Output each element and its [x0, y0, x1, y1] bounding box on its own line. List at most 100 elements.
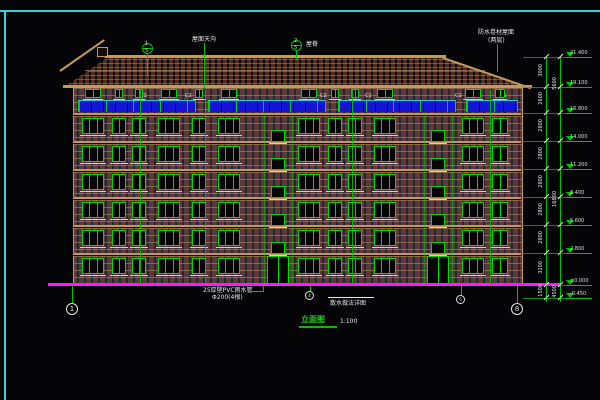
- window-sill: [110, 163, 128, 164]
- window-mullion: [355, 119, 356, 133]
- window-sill: [375, 99, 395, 100]
- window: [82, 118, 104, 134]
- window-mullion: [119, 90, 120, 97]
- window-mullion: [199, 259, 200, 273]
- window-mullion: [225, 203, 226, 217]
- canopy-window-band: [466, 100, 518, 112]
- window: [348, 174, 362, 190]
- dimension-value: 2800: [539, 119, 544, 132]
- elevation-marker-line: [566, 253, 592, 254]
- attic-window: [331, 89, 339, 98]
- canopy-window-band: [78, 100, 196, 112]
- window-sill: [156, 191, 182, 192]
- window-sill: [490, 135, 510, 136]
- window: [218, 174, 240, 190]
- attic-window: [221, 89, 237, 98]
- window: [374, 230, 396, 246]
- rain-downspout-line: [205, 90, 206, 285]
- roof-course-line: [85, 70, 485, 71]
- apron-note: 散水做法详图: [330, 300, 366, 307]
- window-mullion: [165, 175, 166, 189]
- window-mullion: [477, 203, 478, 217]
- window: [492, 258, 508, 274]
- window-mullion: [97, 147, 98, 161]
- window-sill: [296, 247, 322, 248]
- roof-tile-hatch: [63, 55, 532, 88]
- window: [218, 202, 240, 218]
- elevation-marker-line: [566, 57, 592, 58]
- window-sill: [372, 163, 398, 164]
- window-mullion: [335, 231, 336, 245]
- window-sill: [460, 275, 486, 276]
- window-sill: [269, 227, 287, 228]
- window-sill: [156, 275, 182, 276]
- dimension-value: 4500: [553, 285, 558, 298]
- window: [462, 146, 484, 162]
- dimension-value: 16800: [553, 191, 558, 207]
- window-mullion: [97, 203, 98, 217]
- window: [218, 230, 240, 246]
- window-sill: [296, 191, 322, 192]
- window-mullion: [233, 259, 234, 273]
- window: [348, 118, 362, 134]
- window-sill: [216, 135, 242, 136]
- window-mullion: [89, 231, 90, 245]
- window-mullion: [119, 259, 120, 273]
- window-mullion: [469, 147, 470, 161]
- canopy-window-band: [208, 100, 326, 112]
- window-sill: [156, 219, 182, 220]
- window-mullion: [477, 231, 478, 245]
- window-sill: [80, 275, 106, 276]
- drawing-scale: 1:100: [340, 318, 357, 325]
- dimension-value: 3200: [539, 261, 544, 274]
- window-sill: [460, 135, 486, 136]
- window-sill: [130, 247, 148, 248]
- window-mullion: [477, 175, 478, 189]
- stair-landing-window: [271, 242, 285, 254]
- axis-leader-line: [461, 286, 462, 295]
- window-mullion: [500, 119, 501, 133]
- window-sill: [460, 191, 486, 192]
- dimension-value: 2800: [539, 147, 544, 160]
- window: [82, 174, 104, 190]
- ridge-note: 屋脊: [306, 41, 318, 48]
- window-sill: [429, 143, 447, 144]
- window-sill: [269, 171, 287, 172]
- dimension-value: 3000: [539, 64, 544, 77]
- window: [298, 174, 320, 190]
- window: [374, 258, 396, 274]
- window: [462, 202, 484, 218]
- apron-note-bracket: [328, 297, 374, 298]
- window-mullion: [355, 259, 356, 273]
- window-sill: [490, 163, 510, 164]
- window-mullion: [173, 147, 174, 161]
- window-mullion: [500, 175, 501, 189]
- window-mullion: [97, 259, 98, 273]
- window-mullion: [225, 231, 226, 245]
- window: [112, 146, 126, 162]
- window-mullion: [335, 119, 336, 133]
- attic-window: [377, 89, 393, 98]
- window: [218, 146, 240, 162]
- dimension-value: 2600: [539, 92, 544, 105]
- window-mullion: [469, 203, 470, 217]
- window: [462, 118, 484, 134]
- window-mullion: [469, 231, 470, 245]
- window-sill: [346, 191, 364, 192]
- window: [158, 202, 180, 218]
- window-sill: [490, 275, 510, 276]
- window: [328, 174, 342, 190]
- window: [192, 118, 206, 134]
- elevation-marker-line: [566, 285, 592, 286]
- axis-leader-line: [517, 286, 518, 303]
- ridge-callout-number: 2: [294, 38, 297, 44]
- window-mullion: [305, 203, 306, 217]
- window-sill: [130, 135, 148, 136]
- window-mullion: [199, 119, 200, 133]
- window: [298, 258, 320, 274]
- window: [462, 174, 484, 190]
- window-mullion: [335, 90, 336, 97]
- window: [492, 174, 508, 190]
- attic-window: [135, 89, 143, 98]
- window-sill: [329, 99, 341, 100]
